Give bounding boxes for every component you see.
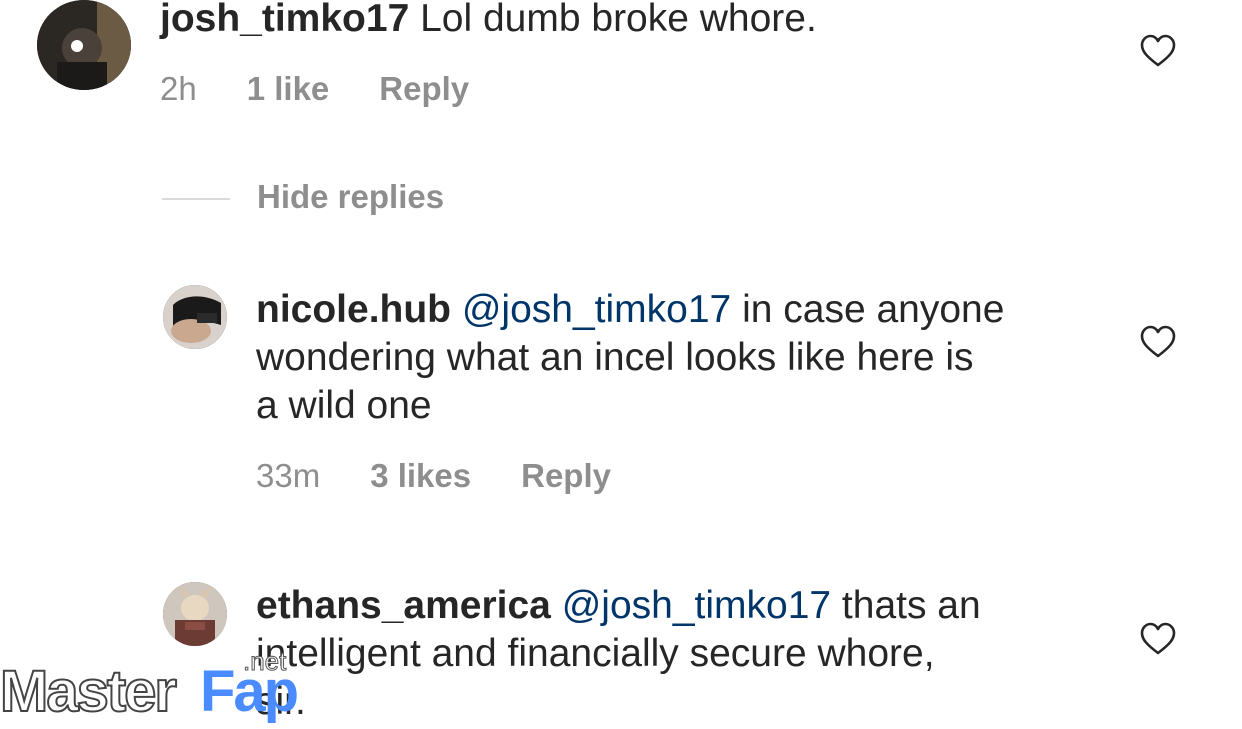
watermark-logo: Master Fap .net	[0, 646, 310, 729]
comment-meta: 33m 3 likes Reply	[256, 457, 611, 495]
reply-button[interactable]: Reply	[379, 70, 469, 108]
comment-body: Lol dumb broke whore.	[409, 0, 817, 40]
comment-time: 2h	[160, 70, 197, 107]
heart-outline-icon[interactable]	[1140, 325, 1176, 359]
comment-time: 33m	[256, 457, 321, 494]
reply-button[interactable]: Reply	[521, 457, 611, 495]
heart-outline-icon[interactable]	[1140, 34, 1176, 68]
heart-outline-icon[interactable]	[1140, 622, 1176, 656]
avatar-photo	[163, 285, 227, 349]
mention-link[interactable]: @josh_timko17	[562, 584, 831, 627]
comment-meta: 2h 1 like Reply	[160, 70, 469, 108]
watermark-net: .net	[242, 646, 287, 677]
divider	[162, 198, 230, 200]
comment-text: ethans_america @josh_timko17 thats an in…	[256, 582, 1116, 726]
avatar[interactable]	[37, 0, 131, 90]
avatar-photo	[37, 0, 131, 90]
comment-body-line1: in case anyone	[731, 288, 1005, 331]
comment-likes[interactable]: 1 like	[247, 70, 330, 108]
comment-body-line2: wondering what an incel looks like here …	[256, 336, 974, 379]
comment-username[interactable]: nicole.hub	[256, 288, 451, 331]
comment-likes[interactable]: 3 likes	[370, 457, 471, 495]
comment-text: nicole.hub @josh_timko17 in case anyone …	[256, 286, 1116, 430]
avatar-photo	[163, 582, 227, 646]
comment-username[interactable]: josh_timko17	[160, 0, 409, 40]
comment-body-line2: intelligent and financially secure whore…	[256, 632, 935, 675]
mention-link[interactable]: @josh_timko17	[462, 288, 731, 331]
comment-username[interactable]: ethans_america	[256, 584, 551, 627]
comment-text: josh_timko17 Lol dumb broke whore.	[160, 0, 1120, 43]
avatar[interactable]	[163, 285, 227, 349]
hide-replies-label: Hide replies	[257, 178, 445, 215]
avatar[interactable]	[163, 582, 227, 646]
comment-body-line3: a wild one	[256, 384, 432, 427]
comment-body-line1: thats an	[831, 584, 981, 627]
watermark-master: Master	[0, 658, 178, 725]
